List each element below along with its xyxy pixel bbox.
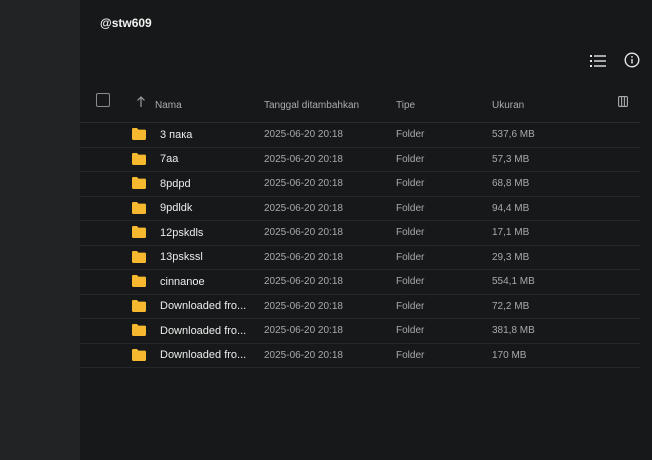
file-date: 2025-06-20 20:18 xyxy=(264,129,343,141)
table-row[interactable]: Downloaded fro... 2025-06-20 20:18 Folder 1… xyxy=(80,344,640,368)
file-name[interactable]: 13pskssl xyxy=(160,246,203,270)
folder-icon xyxy=(132,201,146,214)
file-date: 2025-06-20 20:18 xyxy=(264,251,343,263)
table-header: Nama Tanggal ditambahkan Tipe Ukuran xyxy=(80,88,640,123)
select-all-checkbox[interactable] xyxy=(96,93,110,107)
column-header-size[interactable]: Ukuran xyxy=(492,88,524,122)
sidebar xyxy=(0,0,80,460)
table-row[interactable]: 3 пака 2025-06-20 20:18 Folder 537,6 MB xyxy=(80,123,640,148)
file-size: 17,1 MB xyxy=(492,227,530,239)
file-name[interactable]: 9pdldk xyxy=(160,197,192,221)
file-date: 2025-06-20 20:18 xyxy=(264,276,343,288)
file-date: 2025-06-20 20:18 xyxy=(264,227,343,239)
info-icon xyxy=(624,52,640,68)
list-view-button[interactable] xyxy=(587,50,609,72)
file-size: 554,1 MB xyxy=(492,276,535,288)
file-type: Folder xyxy=(396,325,425,337)
file-browser-main: @stw609 Nama Tanggal ditambahkan Tipe Uk… xyxy=(80,0,652,460)
file-type: Folder xyxy=(396,349,425,361)
folder-icon xyxy=(132,177,146,189)
file-date: 2025-06-20 20:18 xyxy=(264,300,343,312)
folder-icon xyxy=(132,324,146,336)
table-row[interactable]: 12pskdls 2025-06-20 20:18 Folder 17,1 MB xyxy=(80,221,640,246)
table-row[interactable]: cinnanoe 2025-06-20 20:18 Folder 554,1 MB xyxy=(80,270,640,295)
file-date: 2025-06-20 20:18 xyxy=(264,202,343,214)
file-type: Folder xyxy=(396,276,425,288)
info-button[interactable] xyxy=(621,49,643,71)
file-type: Folder xyxy=(396,178,425,190)
file-name[interactable]: 8pdpd xyxy=(160,172,191,196)
table-row[interactable]: Downloaded fro... 2025-06-20 20:18 Folder 7… xyxy=(80,295,640,319)
file-name[interactable]: cinnanoe xyxy=(160,270,205,294)
file-type: Folder xyxy=(396,300,425,312)
sort-ascending-icon[interactable] xyxy=(136,96,146,108)
file-type: Folder xyxy=(396,129,425,141)
file-date: 2025-06-20 20:18 xyxy=(264,178,343,190)
file-size: 170 MB xyxy=(492,349,527,361)
breadcrumb-current[interactable]: @stw609 xyxy=(100,16,152,30)
file-name[interactable]: 7aa xyxy=(160,148,178,172)
file-size: 72,2 MB xyxy=(492,300,530,312)
file-list: 3 пака 2025-06-20 20:18 Folder 537,6 MB 7aa 2… xyxy=(80,123,640,368)
table-row[interactable]: 7aa 2025-06-20 20:18 Folder 57,3 MB xyxy=(80,148,640,172)
file-name[interactable]: 3 пака xyxy=(160,123,192,147)
file-size: 29,3 MB xyxy=(492,251,530,263)
file-size: 381,8 MB xyxy=(492,325,535,337)
column-header-name[interactable]: Nama xyxy=(155,88,182,122)
folder-icon xyxy=(132,226,146,238)
file-type: Folder xyxy=(396,153,425,165)
file-size: 68,8 MB xyxy=(492,178,530,190)
folder-icon xyxy=(132,152,146,165)
folder-icon xyxy=(132,299,146,312)
column-header-date[interactable]: Tanggal ditambahkan xyxy=(264,88,359,122)
table-row[interactable]: 13pskssl 2025-06-20 20:18 Folder 29,3 MB xyxy=(80,246,640,270)
file-type: Folder xyxy=(396,251,425,263)
file-name[interactable]: Downloaded fro... xyxy=(160,344,246,368)
file-name[interactable]: 12pskdls xyxy=(160,221,203,245)
file-type: Folder xyxy=(396,202,425,214)
file-date: 2025-06-20 20:18 xyxy=(264,349,343,361)
file-size: 94,4 MB xyxy=(492,202,530,214)
file-size: 57,3 MB xyxy=(492,153,530,165)
list-icon xyxy=(590,55,606,67)
folder-icon xyxy=(132,275,146,287)
columns-icon[interactable] xyxy=(618,96,628,107)
file-name[interactable]: Downloaded fro... xyxy=(160,295,246,319)
column-header-type[interactable]: Tipe xyxy=(396,88,415,122)
file-type: Folder xyxy=(396,227,425,239)
file-name[interactable]: Downloaded fro... xyxy=(160,319,246,343)
table-row[interactable]: Downloaded fro... 2025-06-20 20:18 Folder 3… xyxy=(80,319,640,344)
file-date: 2025-06-20 20:18 xyxy=(264,325,343,337)
folder-icon xyxy=(132,250,146,263)
file-size: 537,6 MB xyxy=(492,129,535,141)
folder-icon xyxy=(132,128,146,140)
table-row[interactable]: 8pdpd 2025-06-20 20:18 Folder 68,8 MB xyxy=(80,172,640,197)
table-row[interactable]: 9pdldk 2025-06-20 20:18 Folder 94,4 MB xyxy=(80,197,640,221)
file-date: 2025-06-20 20:18 xyxy=(264,153,343,165)
folder-icon xyxy=(132,348,146,361)
